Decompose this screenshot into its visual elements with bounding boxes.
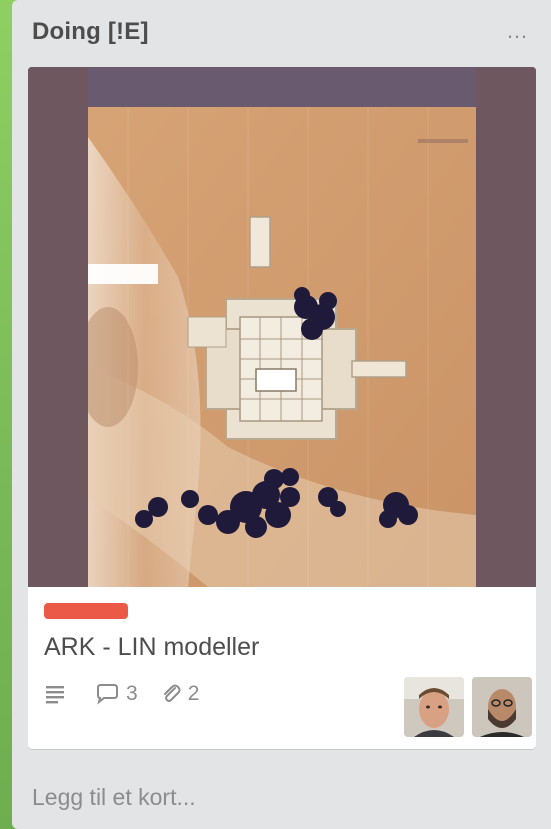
list-menu-icon[interactable]: …	[502, 16, 532, 46]
cover-photo	[28, 67, 536, 587]
description-icon	[46, 686, 64, 704]
list-title[interactable]: Doing [!E]	[32, 18, 149, 46]
member-avatar-icon	[472, 677, 532, 737]
add-card-button[interactable]: Legg til et kort...	[32, 784, 196, 811]
member-avatar-1[interactable]	[404, 677, 464, 737]
attachments-count: 2	[187, 682, 200, 705]
card-cover-image	[28, 67, 536, 587]
comments-count: 3	[126, 682, 138, 705]
description-badge	[44, 684, 72, 704]
member-avatar-icon	[404, 677, 464, 737]
card-badges: 3 2	[44, 679, 221, 709]
list-header: Doing [!E] …	[12, 0, 551, 66]
member-avatar-2[interactable]	[472, 677, 532, 737]
list-doing: Doing [!E] … ARK - LIN modeller 3 2 Legg…	[12, 0, 551, 829]
comment-icon	[97, 684, 118, 705]
card-ark-lin-modeller[interactable]: ARK - LIN modeller 3 2	[28, 67, 536, 749]
comments-badge: 3	[94, 682, 138, 706]
attachment-icon	[163, 684, 181, 702]
card-label-red[interactable]	[44, 603, 128, 619]
attachments-badge: 2	[160, 682, 200, 706]
card-title: ARK - LIN modeller	[44, 633, 260, 661]
card-members	[396, 677, 532, 737]
